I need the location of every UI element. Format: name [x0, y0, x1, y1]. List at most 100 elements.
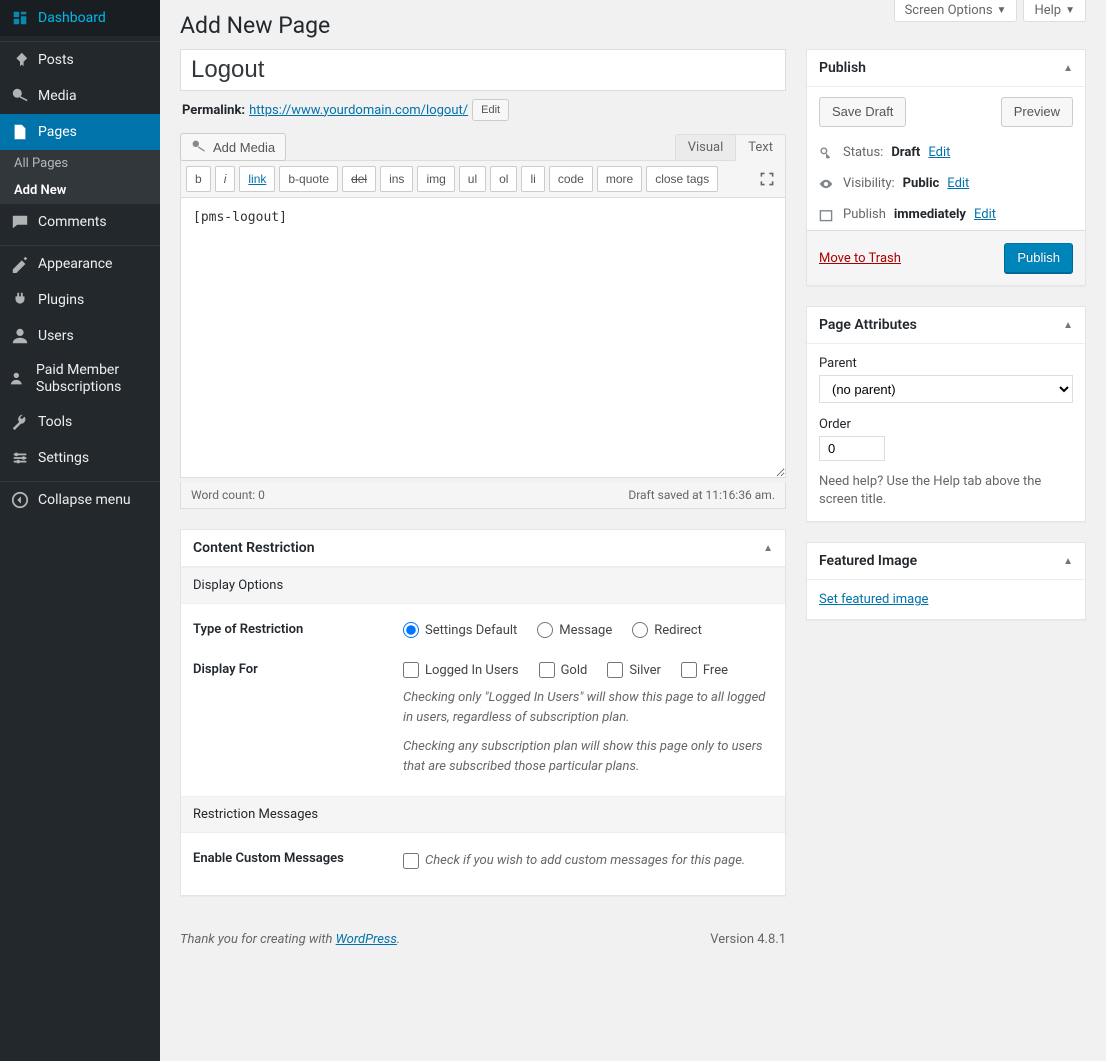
word-count: Word count: 0: [191, 488, 265, 502]
sidebar-item-label: Tools: [38, 414, 72, 430]
key-icon: [819, 146, 835, 160]
tb-img[interactable]: img: [417, 166, 454, 192]
sidebar-item-label: Plugins: [38, 292, 84, 308]
save-draft-button[interactable]: Save Draft: [819, 97, 906, 127]
check-enable-custom[interactable]: Check if you wish to add custom messages…: [403, 851, 773, 871]
tb-close-tags[interactable]: close tags: [646, 166, 718, 192]
editor-tab-visual[interactable]: Visual: [675, 134, 736, 161]
order-input[interactable]: [819, 436, 885, 461]
check-logged-in[interactable]: Logged In Users: [403, 662, 519, 678]
featured-image-header[interactable]: Featured Image ▲: [807, 543, 1085, 580]
sidebar-item-users[interactable]: Users: [0, 318, 160, 354]
sidebar-item-tools[interactable]: Tools: [0, 404, 160, 440]
sidebar-item-collapse[interactable]: Collapse menu: [0, 482, 160, 518]
parent-select[interactable]: (no parent): [819, 375, 1073, 403]
radio-settings-default[interactable]: Settings Default: [403, 622, 517, 638]
toggle-icon[interactable]: ▲: [763, 543, 773, 554]
sidebar-item-label: Posts: [38, 52, 74, 68]
sidebar-item-pages[interactable]: Pages: [0, 114, 160, 150]
status-label: Status:: [843, 145, 883, 160]
tb-bquote[interactable]: b-quote: [279, 166, 338, 192]
collapse-icon: [10, 490, 30, 510]
edit-visibility-link[interactable]: Edit: [947, 176, 969, 191]
editor-tab-text[interactable]: Text: [735, 134, 786, 161]
sidebar-item-label: Media: [38, 88, 77, 104]
sidebar-item-posts[interactable]: Posts: [0, 42, 160, 78]
tb-ul[interactable]: ul: [459, 166, 486, 192]
sidebar-item-pms[interactable]: Paid Member Subscriptions: [0, 354, 160, 404]
tb-more[interactable]: more: [597, 166, 642, 192]
radio-message[interactable]: Message: [537, 622, 612, 638]
enable-custom-label: Enable Custom Messages: [193, 851, 403, 871]
help-tab[interactable]: Help ▼: [1023, 0, 1086, 22]
radio-redirect[interactable]: Redirect: [632, 622, 702, 638]
check-free[interactable]: Free: [681, 662, 728, 678]
permalink-link[interactable]: https://www.yourdomain.com/logout/: [249, 103, 468, 118]
sidebar-item-comments[interactable]: Comments: [0, 204, 160, 240]
display-options-bar: Display Options: [181, 567, 785, 604]
visibility-value: Public: [903, 176, 940, 191]
toggle-icon[interactable]: ▲: [1063, 556, 1073, 567]
sidebar-item-label: Comments: [38, 214, 107, 230]
pin-icon: [10, 50, 30, 70]
permalink-row: Permalink: https://www.yourdomain.com/lo…: [180, 91, 786, 133]
toggle-icon[interactable]: ▲: [1063, 63, 1073, 74]
sidebar-item-appearance[interactable]: Appearance: [0, 246, 160, 282]
sidebar-item-dashboard[interactable]: Dashboard: [0, 0, 160, 36]
check-gold[interactable]: Gold: [539, 662, 588, 678]
add-media-button[interactable]: Add Media: [180, 133, 286, 161]
sidebar-item-label: Collapse menu: [38, 492, 131, 508]
caret-down-icon: ▼: [997, 5, 1007, 16]
check-silver[interactable]: Silver: [607, 662, 661, 678]
users-icon: [10, 326, 30, 346]
sidebar-item-label: Users: [38, 328, 74, 344]
edit-permalink-button[interactable]: Edit: [472, 99, 509, 121]
set-featured-image-link[interactable]: Set featured image: [819, 592, 928, 607]
comments-icon: [10, 212, 30, 232]
editor-toolbar: b i link b-quote del ins img ul ol li co…: [180, 160, 786, 198]
tb-code[interactable]: code: [549, 166, 593, 192]
editor-textarea[interactable]: [180, 198, 786, 478]
edit-publish-link[interactable]: Edit: [974, 207, 996, 222]
tb-bold[interactable]: b: [186, 166, 211, 192]
edit-status-link[interactable]: Edit: [928, 145, 950, 160]
content-restriction-header[interactable]: Content Restriction ▲: [181, 530, 785, 567]
permalink-label: Permalink:: [182, 103, 245, 118]
appearance-icon: [10, 254, 30, 274]
publish-button[interactable]: Publish: [1004, 243, 1073, 273]
featured-image-title: Featured Image: [819, 553, 917, 569]
draft-saved: Draft saved at 11:16:36 am.: [628, 488, 775, 502]
tb-link[interactable]: link: [239, 166, 275, 192]
wordpress-link[interactable]: WordPress: [336, 932, 397, 947]
sidebar-item-label: Dashboard: [38, 10, 106, 26]
toggle-icon[interactable]: ▲: [1063, 320, 1073, 331]
tools-icon: [10, 412, 30, 432]
post-title-input[interactable]: [180, 49, 786, 91]
submenu-add-new[interactable]: Add New: [0, 177, 160, 204]
media-icon: [191, 139, 207, 155]
main-content: Screen Options ▼ Help ▼ Add New Page Per…: [160, 0, 1106, 1061]
publish-box: Publish ▲ Save Draft Preview Status: Dra…: [806, 49, 1086, 286]
preview-button[interactable]: Preview: [1001, 97, 1073, 127]
sidebar-item-plugins[interactable]: Plugins: [0, 282, 160, 318]
parent-label: Parent: [819, 356, 1073, 371]
featured-image-box: Featured Image ▲ Set featured image: [806, 542, 1086, 620]
footer-version: Version 4.8.1: [710, 932, 786, 947]
move-to-trash-link[interactable]: Move to Trash: [819, 251, 901, 266]
tb-italic[interactable]: i: [215, 166, 236, 192]
tb-ins[interactable]: ins: [380, 166, 413, 192]
display-for-label: Display For: [193, 662, 403, 776]
page-attributes-header[interactable]: Page Attributes ▲: [807, 307, 1085, 344]
order-label: Order: [819, 417, 1073, 432]
status-value: Draft: [891, 145, 920, 160]
fullscreen-button[interactable]: [754, 166, 780, 192]
sidebar-item-media[interactable]: Media: [0, 78, 160, 114]
tb-del[interactable]: del: [342, 166, 376, 192]
screen-options-tab[interactable]: Screen Options ▼: [894, 0, 1018, 22]
tb-ol[interactable]: ol: [490, 166, 517, 192]
submenu-all-pages[interactable]: All Pages: [0, 150, 160, 177]
sidebar-item-settings[interactable]: Settings: [0, 440, 160, 476]
publish-header[interactable]: Publish ▲: [807, 50, 1085, 87]
admin-sidebar: Dashboard Posts Media Pages All Pages Ad…: [0, 0, 160, 1061]
tb-li[interactable]: li: [521, 166, 544, 192]
